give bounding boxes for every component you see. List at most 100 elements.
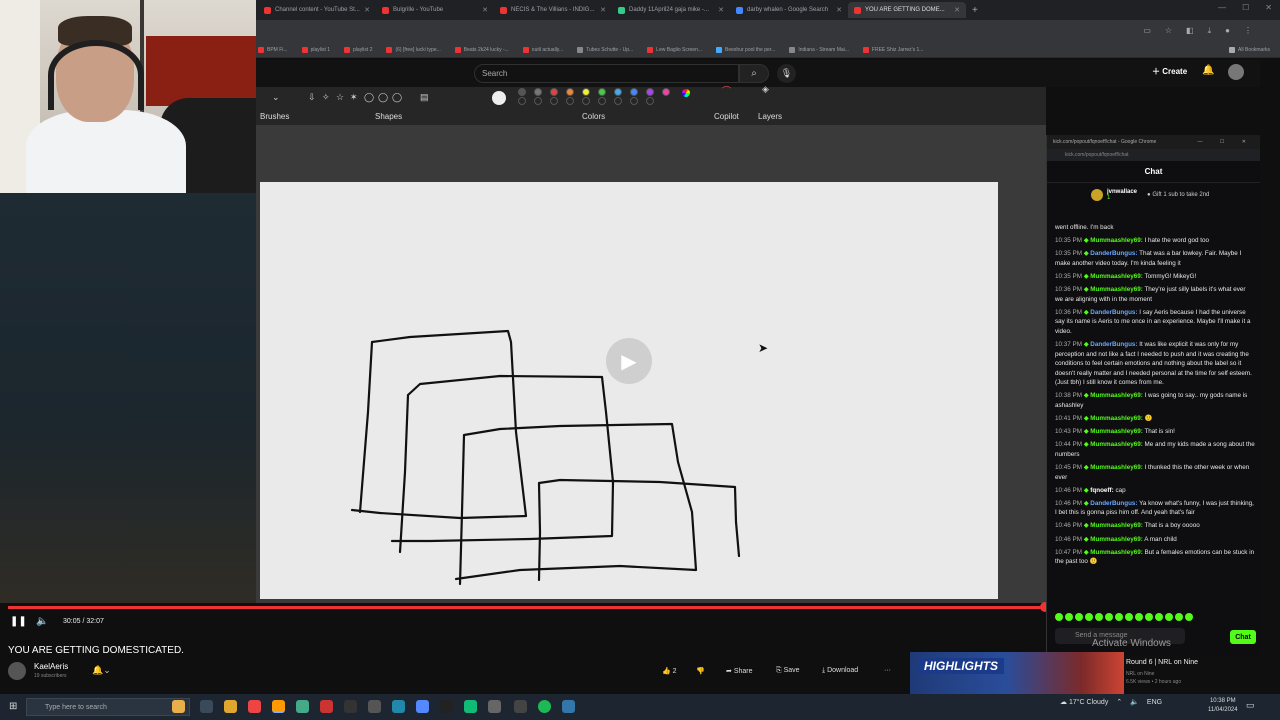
app-icon[interactable]: [392, 700, 405, 713]
bookmark[interactable]: outil actually...: [522, 46, 563, 53]
chat-send-button[interactable]: Chat: [1230, 630, 1256, 644]
download-button[interactable]: ⤓ Download: [822, 667, 858, 675]
bookmark[interactable]: Lew Baglio Screen...: [647, 46, 702, 53]
emote-icon[interactable]: [1085, 613, 1093, 621]
file-explorer-icon[interactable]: [224, 700, 237, 713]
speech-bubble-icon[interactable]: ◯: [364, 92, 374, 103]
emote-icon[interactable]: [1075, 613, 1083, 621]
message-username[interactable]: Mummaashley69:: [1090, 522, 1143, 529]
cast-icon[interactable]: ▭: [1143, 26, 1151, 36]
progress-bar[interactable]: [8, 606, 1044, 609]
save-button[interactable]: ⎘ Save: [776, 667, 800, 675]
brushes-label[interactable]: Brushes: [260, 112, 289, 121]
emote-icon[interactable]: [1055, 613, 1063, 621]
search-input[interactable]: Search: [474, 64, 739, 83]
emote-icon[interactable]: [1165, 613, 1173, 621]
taskbar-clock[interactable]: 10:38 PM 11/04/2024: [1208, 697, 1238, 715]
empty-swatch[interactable]: [582, 97, 590, 105]
color-swatch[interactable]: [598, 88, 606, 96]
volume-icon[interactable]: 🔈: [1130, 698, 1139, 706]
app-icon[interactable]: [488, 700, 501, 713]
new-tab-button[interactable]: +: [972, 5, 978, 16]
message-username[interactable]: Mummaashley69:: [1090, 273, 1143, 280]
empty-swatch[interactable]: [550, 97, 558, 105]
like-button[interactable]: 👍 2: [662, 667, 677, 675]
dislike-button[interactable]: 👎: [696, 667, 705, 675]
message-username[interactable]: fqnoeff:: [1090, 487, 1113, 494]
bookmark[interactable]: Tubes Schutte - Up...: [577, 46, 633, 53]
layers-icon[interactable]: ◈: [762, 84, 769, 95]
fill-icon[interactable]: ▤: [420, 92, 429, 103]
colors-label[interactable]: Colors: [582, 112, 605, 121]
empty-swatch[interactable]: [646, 97, 654, 105]
empty-swatch[interactable]: [534, 97, 542, 105]
message-username[interactable]: Mummaashley69:: [1090, 415, 1143, 422]
shapes-label[interactable]: Shapes: [375, 112, 402, 121]
color-swatch[interactable]: [550, 88, 558, 96]
gift-sub-button[interactable]: ● Gift 1 sub to take 2nd: [1147, 192, 1209, 198]
color-swatch[interactable]: [534, 88, 542, 96]
empty-swatch[interactable]: [518, 97, 526, 105]
create-button[interactable]: ＋ Create: [1152, 66, 1187, 77]
close-icon[interactable]: ✕: [836, 6, 842, 14]
six-point-star-icon[interactable]: ✶: [350, 92, 358, 103]
copilot-label[interactable]: Copilot: [714, 112, 739, 121]
browser-tab[interactable]: Channel content - YouTube St... ✕: [258, 2, 376, 18]
current-color-swatch[interactable]: [492, 91, 506, 105]
emote-icon[interactable]: [1095, 613, 1103, 621]
collapse-icon[interactable]: ⌄: [272, 92, 280, 103]
browser-tab-active[interactable]: YOU ARE GETTING DOME... ✕: [848, 2, 966, 18]
empty-swatch[interactable]: [566, 97, 574, 105]
callout-icon[interactable]: ◯: [378, 92, 388, 103]
cloud-callout-icon[interactable]: ◯: [392, 92, 402, 103]
empty-swatch[interactable]: [614, 97, 622, 105]
copilot-icon[interactable]: ⌒: [722, 84, 731, 97]
more-actions-button[interactable]: ···: [884, 667, 891, 674]
chrome-icon[interactable]: [248, 700, 261, 713]
emote-icon[interactable]: [1135, 613, 1143, 621]
notifications-icon[interactable]: ▭: [1246, 700, 1255, 711]
play-icon[interactable]: ▶: [606, 338, 652, 384]
message-username[interactable]: Mummaashley69:: [1090, 464, 1143, 471]
bookmark[interactable]: playlist 2: [344, 46, 372, 53]
color-swatch[interactable]: [646, 88, 654, 96]
browser-tab[interactable]: NECIS & The Villians - INDIG... ✕: [494, 2, 612, 18]
bookmark[interactable]: FREE Shiz Jarrez's 1...: [862, 46, 923, 53]
notifications-icon[interactable]: 🔔: [1202, 65, 1214, 76]
app-icon[interactable]: [440, 700, 453, 713]
message-username[interactable]: Mummaashley69:: [1090, 237, 1143, 244]
task-view-icon[interactable]: [200, 700, 213, 713]
minimize-icon[interactable]: —: [1218, 3, 1226, 12]
bookmark[interactable]: (6) [free] lucki type...: [386, 46, 441, 53]
app-icon[interactable]: [368, 700, 381, 713]
tray-arrow-icon[interactable]: ⌃: [1116, 698, 1122, 706]
color-swatch[interactable]: [518, 88, 526, 96]
layers-label[interactable]: Layers: [758, 112, 782, 121]
profile-icon[interactable]: ●: [1225, 26, 1230, 36]
app-icon[interactable]: [514, 700, 527, 713]
message-username[interactable]: Mummaashley69:: [1090, 441, 1143, 448]
message-username[interactable]: Mummaashley69:: [1090, 392, 1143, 399]
window-controls[interactable]: — ☐ ✕: [1198, 139, 1254, 145]
share-button[interactable]: ➦ Share: [726, 667, 753, 675]
bookmark[interactable]: BPM Fi...: [258, 46, 288, 53]
bookmark[interactable]: Beats 2k24 lucky -...: [454, 46, 509, 53]
extensions-icon[interactable]: ◧: [1186, 26, 1194, 36]
volume-icon[interactable]: 🔈: [36, 616, 48, 627]
emote-icon[interactable]: [1155, 613, 1163, 621]
emote-icon[interactable]: [1105, 613, 1113, 621]
taskbar-search[interactable]: Type here to search: [26, 698, 190, 716]
microphone-icon[interactable]: 🎙: [777, 64, 796, 83]
message-username[interactable]: Mummaashley69:: [1090, 549, 1143, 556]
weather-widget[interactable]: ☁ 17°C Cloudy: [1060, 698, 1108, 706]
menu-icon[interactable]: ⋮: [1244, 26, 1252, 36]
avatar[interactable]: [8, 662, 26, 680]
close-icon[interactable]: ✕: [718, 6, 724, 14]
star-icon[interactable]: ☆: [1165, 26, 1172, 36]
windows-start-icon[interactable]: ⊞: [9, 701, 17, 712]
browser-tab[interactable]: Daddy 11April24 gaja mike -... ✕: [612, 2, 730, 18]
message-username[interactable]: Mummaashley69:: [1090, 536, 1143, 543]
pinned-gifter[interactable]: jvnwallace 1 ● Gift 1 sub to take 2nd: [1047, 183, 1260, 207]
color-swatch[interactable]: [566, 88, 574, 96]
maximize-icon[interactable]: ☐: [1242, 3, 1249, 12]
